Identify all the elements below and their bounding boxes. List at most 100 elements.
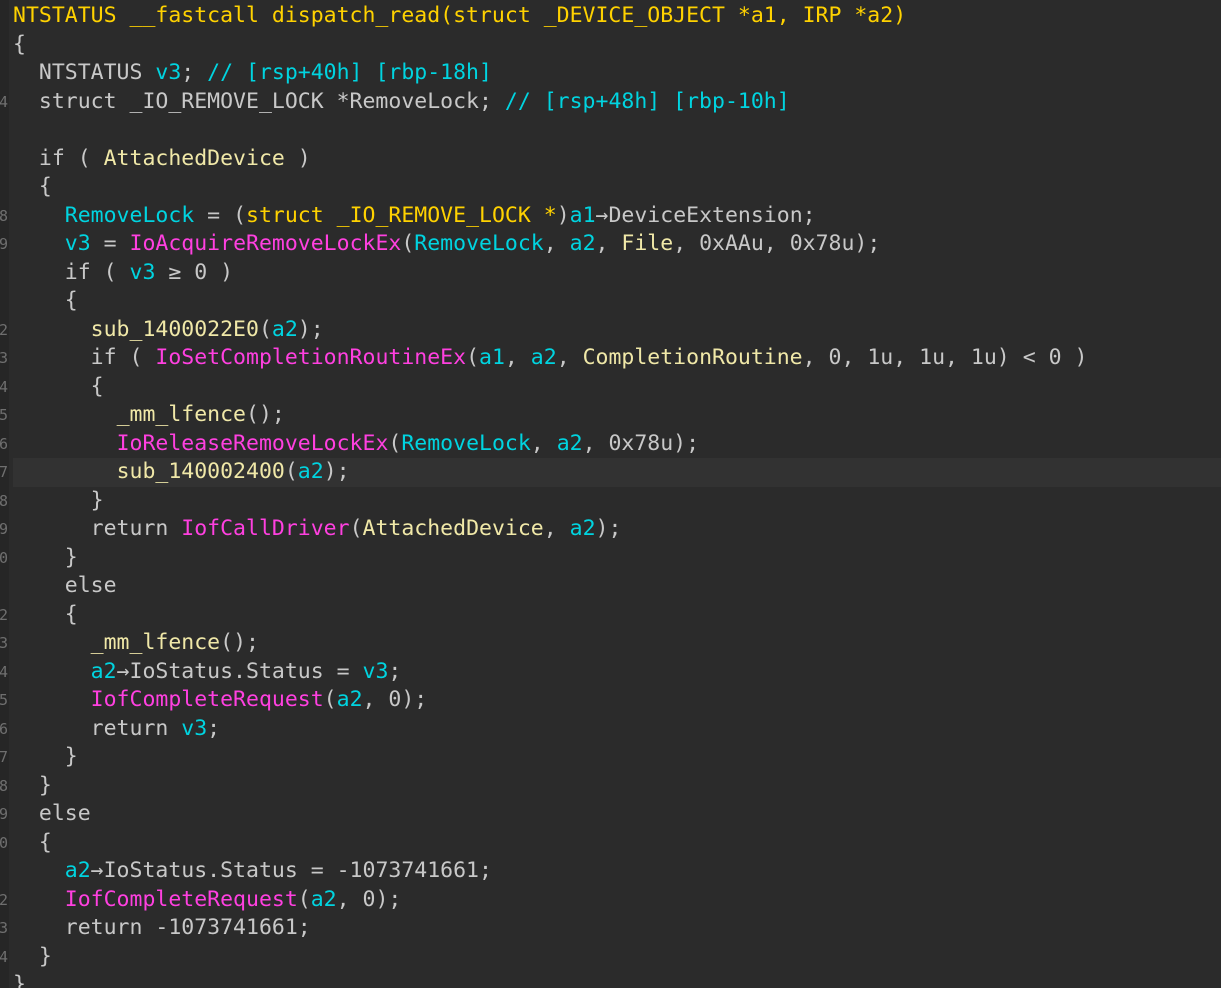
code-line[interactable] (13, 116, 1221, 145)
code-token-global: AttachedDevice (362, 516, 544, 541)
code-token-default: = (90, 231, 130, 256)
code-token-global: CompletionRoutine (582, 345, 803, 370)
code-line[interactable]: _mm_lfence(); (13, 401, 1221, 430)
code-token-var: a2 (336, 687, 363, 712)
code-token-global: sub_1400022E0 (90, 316, 259, 342)
code-token-default: ; (479, 88, 505, 114)
code-token-var: a2 (569, 231, 596, 256)
code-line[interactable]: { (13, 31, 1221, 60)
code-area[interactable]: NTSTATUS __fastcall dispatch_read(struct… (13, 2, 1221, 988)
code-token-default: →IoStatus.Status = -1073741661; (90, 858, 492, 883)
code-token-default: ( (349, 516, 363, 541)
code-line[interactable]: if ( v3 ≥ 0 ) (13, 259, 1221, 288)
code-token-default (13, 231, 65, 256)
code-token-default (13, 402, 117, 427)
code-token-var: a2 (530, 345, 557, 370)
code-token-global: _mm_lfence (116, 402, 247, 427)
code-token-var: RemoveLock (414, 231, 544, 256)
code-token-func: IoSetCompletionRoutineEx (155, 345, 467, 370)
code-token-default (13, 887, 65, 912)
code-line[interactable]: } (13, 487, 1221, 516)
code-line[interactable]: { (13, 287, 1221, 316)
code-token-default: = ( (194, 202, 247, 228)
code-token-var: a2 (297, 459, 324, 484)
code-token-default: , 0); (362, 687, 428, 712)
code-line[interactable]: sub_140002400(a2); (13, 458, 1221, 487)
code-line[interactable]: else (13, 572, 1221, 601)
line-number: 2 (0, 890, 8, 909)
line-number: 4 (0, 377, 8, 396)
code-token-cmt: // [rsp+40h] [rbp-18h] (207, 60, 492, 85)
line-number: 6 (0, 719, 8, 738)
code-line[interactable]: NTSTATUS v3; // [rsp+40h] [rbp-18h] (13, 59, 1221, 88)
code-token-default: { (13, 601, 78, 627)
code-token-default (13, 431, 117, 456)
line-number: 0 (0, 833, 8, 852)
line-number: 9 (0, 235, 8, 253)
code-token-default (13, 630, 91, 655)
code-line[interactable]: a2→IoStatus.Status = v3; (13, 658, 1221, 687)
code-token-default: { (13, 829, 52, 855)
line-number: 4 (0, 947, 8, 966)
code-token-cmt: // [rsp+48h] [rbp-10h] (504, 88, 790, 114)
code-line[interactable]: } (13, 772, 1221, 801)
code-line[interactable]: { (13, 173, 1221, 202)
code-line[interactable]: IofCompleteRequest(a2, 0); (13, 886, 1221, 915)
code-line[interactable]: else (13, 800, 1221, 829)
code-line[interactable]: _mm_lfence(); (13, 629, 1221, 658)
code-token-default (13, 687, 91, 712)
code-line[interactable]: } (13, 971, 1221, 988)
code-line[interactable]: a2→IoStatus.Status = -1073741661; (13, 857, 1221, 886)
code-token-default: , 0); (336, 886, 402, 912)
code-token-default (13, 459, 117, 484)
code-line[interactable]: return -1073741661; (13, 914, 1221, 943)
code-token-var: v3 (181, 715, 208, 741)
code-line[interactable]: struct _IO_REMOVE_LOCK *RemoveLock; // [… (13, 88, 1221, 117)
code-token-default: ); (323, 459, 350, 484)
code-token-default: ); (297, 316, 324, 342)
code-token-var: v3 (129, 259, 156, 285)
code-line[interactable]: if ( AttachedDevice ) (13, 145, 1221, 174)
code-line[interactable]: if ( IoSetCompletionRoutineEx(a1, a2, Co… (13, 344, 1221, 373)
code-token-default: } (13, 772, 52, 798)
code-token-default: return (13, 715, 182, 741)
code-line[interactable]: { (13, 829, 1221, 858)
code-line[interactable]: RemoveLock = (struct _IO_REMOVE_LOCK *)a… (13, 202, 1221, 231)
line-number: 6 (0, 434, 8, 453)
code-token-default: ( (401, 231, 415, 256)
code-token-var: a2 (271, 316, 298, 342)
code-token-default: →DeviceExtension; (595, 202, 816, 228)
line-number: 7 (0, 748, 8, 766)
line-number: 4 (0, 92, 8, 111)
line-number: 9 (0, 520, 8, 538)
code-token-default: NTSTATUS (13, 60, 156, 85)
code-line[interactable]: sub_1400022E0(a2); (13, 316, 1221, 345)
code-token-var: a2 (64, 858, 91, 883)
code-token-default: return -1073741661; (13, 915, 311, 940)
code-line[interactable]: IoReleaseRemoveLockEx(RemoveLock, a2, 0x… (13, 430, 1221, 459)
code-line[interactable]: return IofCallDriver(AttachedDevice, a2)… (13, 515, 1221, 544)
code-line[interactable]: { (13, 601, 1221, 630)
code-token-default: } (13, 744, 78, 769)
code-token-default: { (13, 174, 52, 199)
code-token-var: a2 (90, 658, 117, 684)
line-number: 9 (0, 805, 8, 823)
code-token-func: IofCallDriver (181, 516, 350, 541)
pseudocode-editor[interactable]: 4 8 9 2 3 4 5 6 7 8 9 0 2 3 4 5 6 7 8 9 0 2 3 4 NTSTATUS __fast… (0, 0, 1221, 988)
code-line[interactable]: v3 = IoAcquireRemoveLockEx(RemoveLock, a… (13, 230, 1221, 259)
code-line[interactable]: IofCompleteRequest(a2, 0); (13, 686, 1221, 715)
code-token-default: if ( (13, 345, 156, 370)
code-line[interactable]: NTSTATUS __fastcall dispatch_read(struct… (13, 2, 1221, 31)
code-token-default: , 0x78u); (582, 430, 700, 456)
code-line[interactable]: } (13, 544, 1221, 573)
code-token-default: return (13, 516, 182, 541)
code-token-default: else (13, 801, 91, 826)
code-line[interactable]: } (13, 943, 1221, 972)
code-line[interactable]: } (13, 743, 1221, 772)
code-token-default: struct _IO_REMOVE_LOCK * (13, 88, 350, 114)
code-token-default: (); (220, 630, 259, 655)
code-token-default: ( (323, 687, 337, 712)
code-line[interactable]: { (13, 373, 1221, 402)
code-line[interactable]: return v3; (13, 715, 1221, 744)
code-token-default (13, 203, 65, 228)
